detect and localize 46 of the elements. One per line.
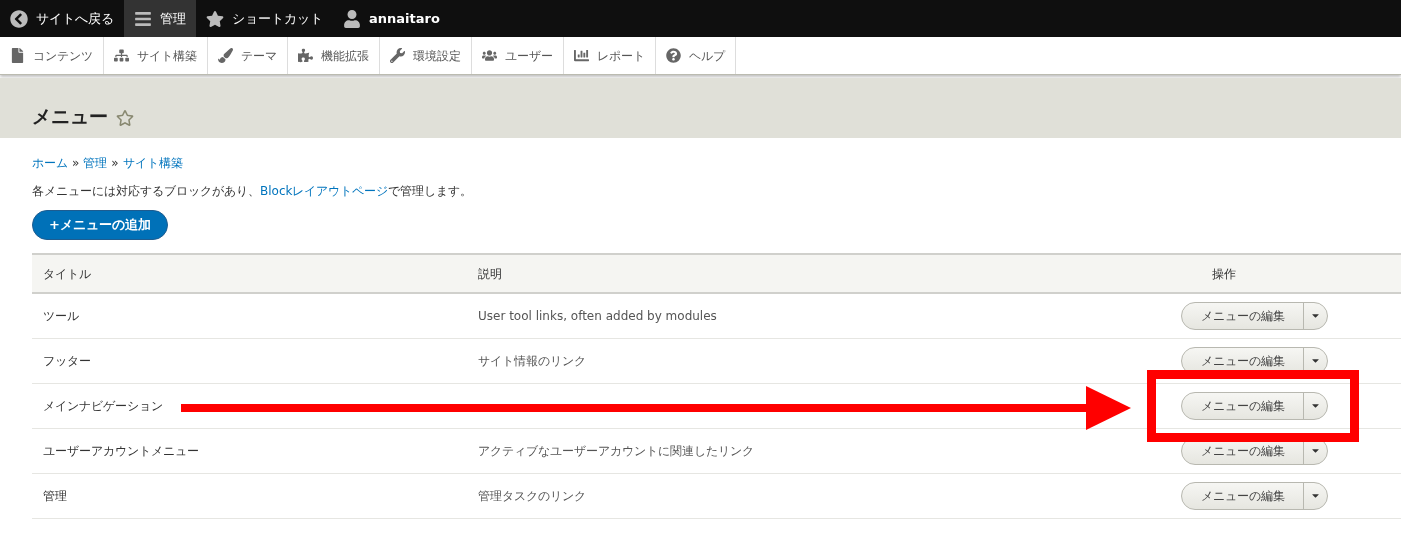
tray-item[interactable]: テーマ [208,37,288,74]
menu-icon [134,9,152,28]
help-icon [666,48,681,63]
tray-item[interactable]: コンテンツ [0,37,104,74]
tray-item[interactable]: ヘルプ [656,37,736,74]
tray-item[interactable]: サイト構築 [104,37,208,74]
tray-item[interactable]: 環境設定 [380,37,472,74]
users-icon [482,48,497,63]
tray-item[interactable]: 機能拡張 [288,37,380,74]
intro-text: 各メニューには対応するブロックがあり、Blockレイアウトページで管理します。 [32,183,474,200]
star-icon[interactable] [116,109,134,127]
table-cell: サイト情報のリンク [478,338,1180,383]
bar-chart-icon [574,48,589,63]
table-cell: フッター [32,338,478,383]
user-icon [343,9,361,28]
puzzle-icon [298,48,313,63]
tray-item[interactable]: ユーザー [472,37,564,74]
table-cell: メインナビゲーション [32,383,478,428]
block-layout-link[interactable]: Blockレイアウトページ [260,184,389,198]
breadcrumb-link[interactable]: サイト構築 [122,154,183,172]
table-cell: 管理 [32,473,478,518]
sitemap-icon [114,48,129,63]
column-header: 操作 [1180,254,1401,293]
brush-icon [218,48,233,63]
add-menu-button[interactable]: +メニューの追加 [32,210,168,240]
breadcrumb-separator: » [72,155,80,172]
column-header: 説明 [478,254,1180,293]
tray-item[interactable]: レポート [564,37,656,74]
table-cell: ツール [32,293,478,338]
breadcrumb-link[interactable]: 管理 [83,154,108,172]
toolbar-tab[interactable]: ショートカット [196,0,333,37]
toolbar-tab[interactable]: 管理 [124,0,196,37]
star-icon [206,9,224,28]
column-header: タイトル [32,254,478,293]
table-cell: 管理タスクのリンク [478,473,1180,518]
table-cell: アクティブなユーザーアカウントに関連したリンク [478,428,1180,473]
wrench-icon [390,48,405,63]
breadcrumb-separator: » [111,155,119,172]
table-cell: User tool links, often added by modules [478,293,1180,338]
toolbar-tab[interactable]: サイトへ戻る [0,0,124,37]
table-cell: ユーザーアカウントメニュー [32,428,478,473]
breadcrumb-link[interactable]: ホーム [32,154,68,172]
toolbar-tab[interactable]: annaitaro [333,0,450,37]
document-icon [10,48,25,63]
back-icon [10,9,28,28]
page-title: メニュー [32,103,108,129]
